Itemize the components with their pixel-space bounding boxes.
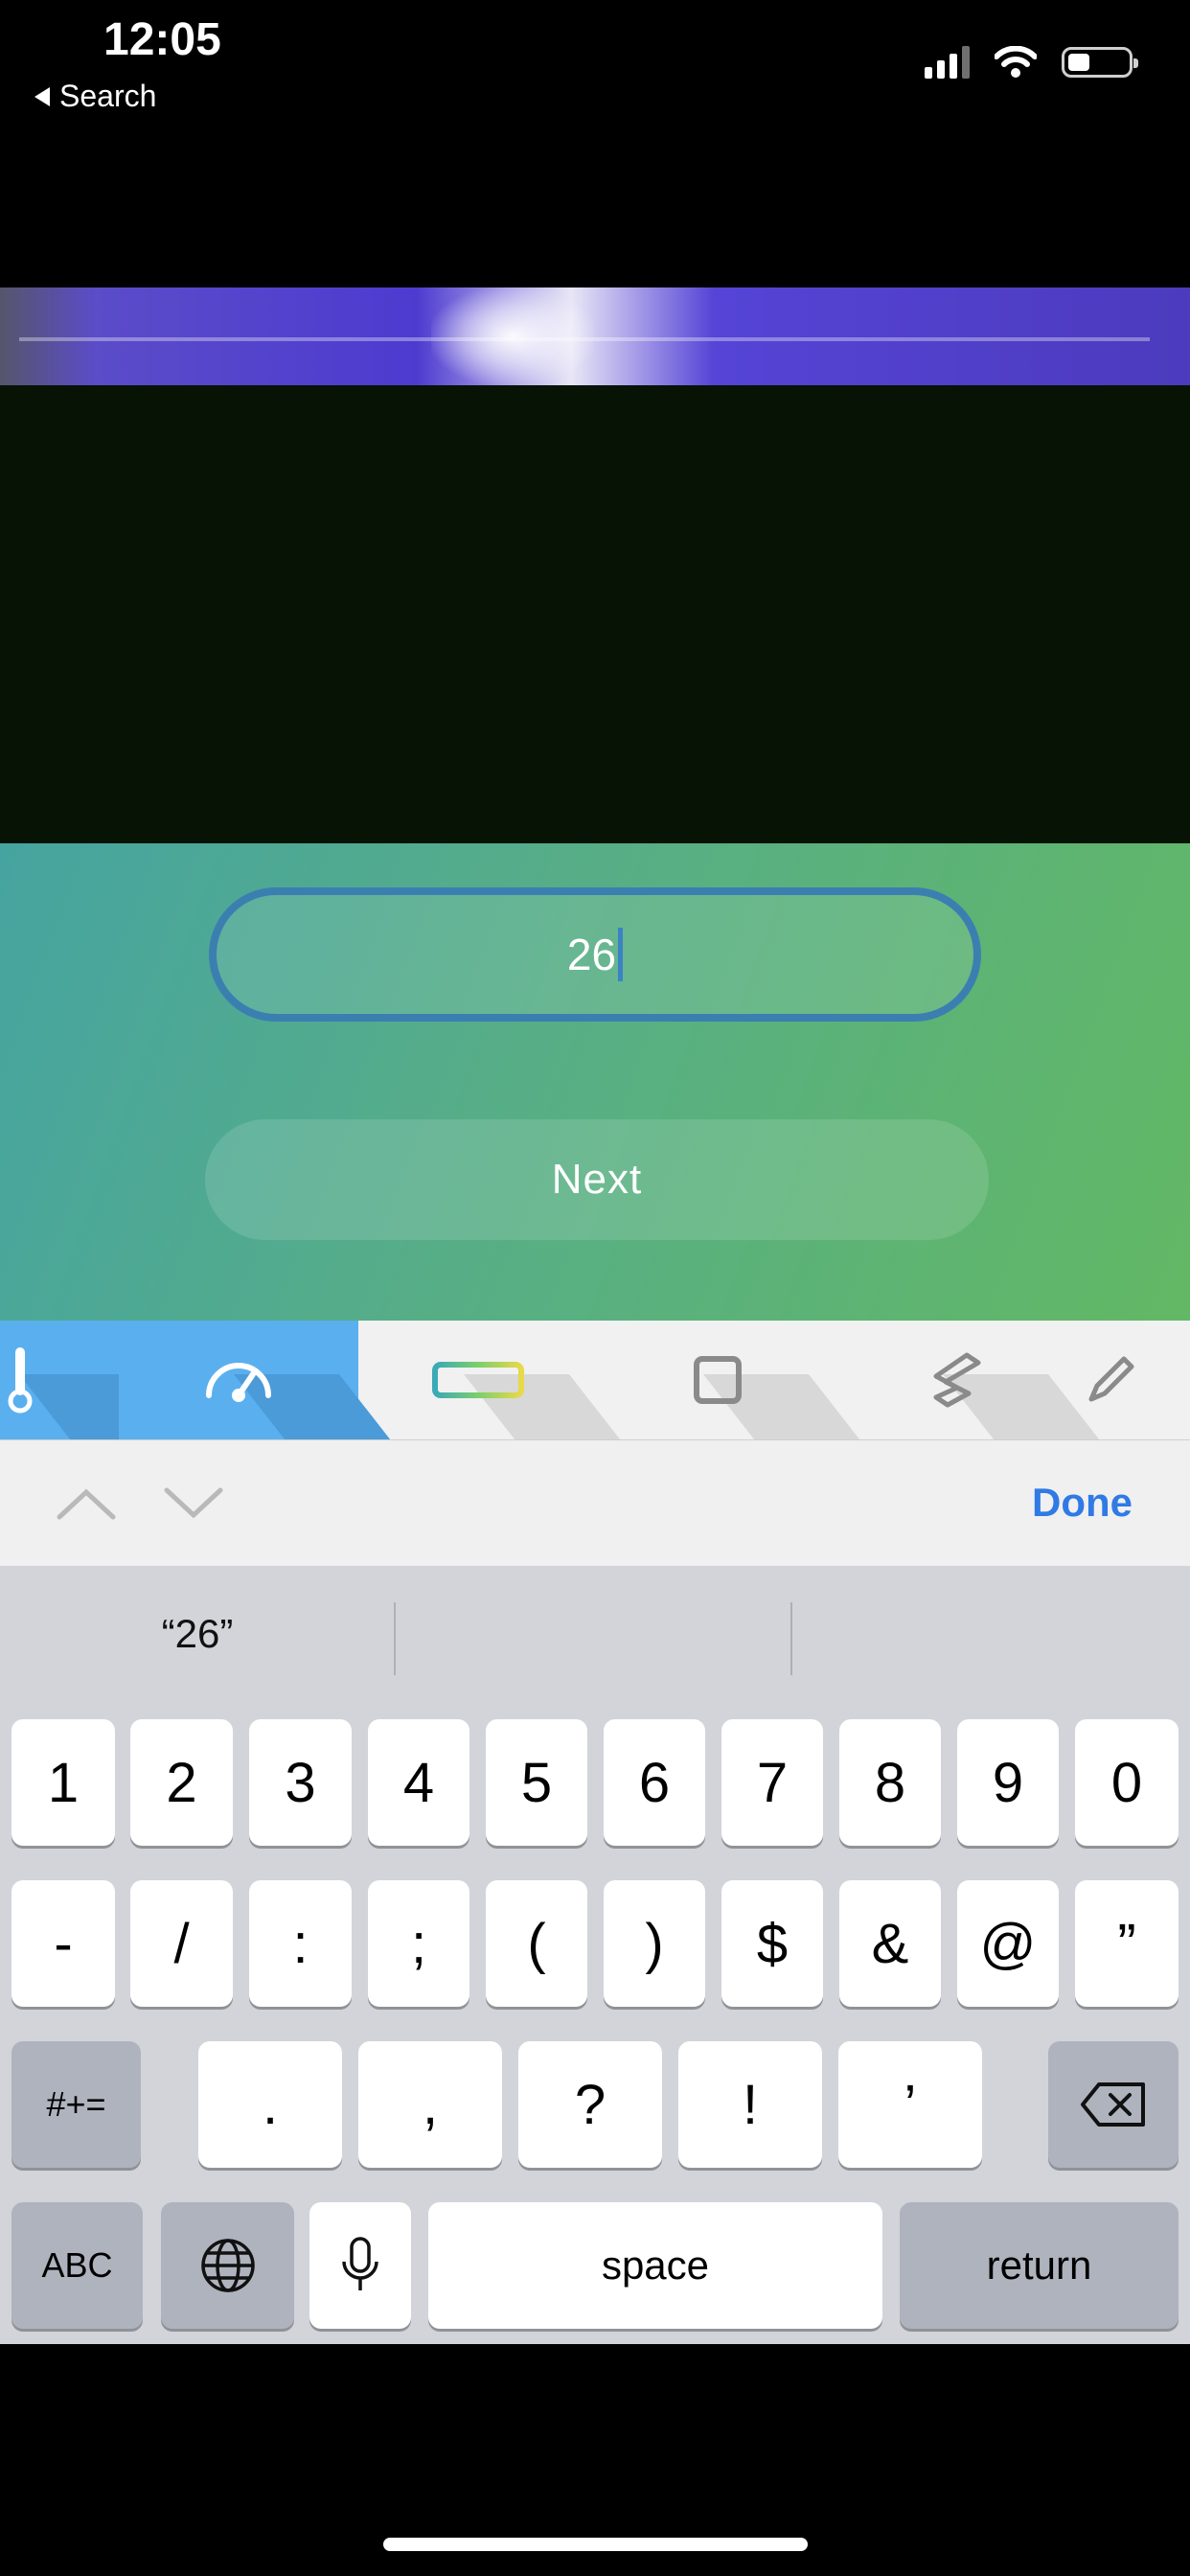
delete-key[interactable] <box>1048 2041 1179 2168</box>
value-input[interactable]: 26 <box>209 887 981 1022</box>
key-quote[interactable]: ” <box>1075 1880 1179 2007</box>
globe-key[interactable] <box>161 2202 294 2329</box>
key-at[interactable]: @ <box>957 1880 1059 2007</box>
tool-strip <box>0 1321 1190 1439</box>
space-key[interactable]: space <box>428 2202 882 2329</box>
key-symbols[interactable]: #+= <box>11 2041 141 2168</box>
tool-thermometer[interactable] <box>0 1321 215 1439</box>
key-7[interactable]: 7 <box>721 1719 823 1846</box>
key-2[interactable]: 2 <box>130 1719 233 1846</box>
tool-squiggle[interactable] <box>837 1321 1138 1439</box>
key-period[interactable]: . <box>198 2041 342 2168</box>
return-key[interactable]: return <box>900 2202 1179 2329</box>
key-5[interactable]: 5 <box>486 1719 587 1846</box>
square-icon <box>694 1356 742 1404</box>
wifi-icon <box>995 46 1037 78</box>
key-dollar[interactable]: $ <box>721 1880 823 2007</box>
squiggle-icon <box>933 1352 981 1408</box>
microphone-key[interactable] <box>309 2202 411 2329</box>
back-label: Search <box>59 79 157 113</box>
done-button[interactable]: Done <box>1032 1480 1133 1526</box>
globe-icon <box>200 2239 255 2292</box>
key-hyphen[interactable]: - <box>11 1880 115 2007</box>
key-9[interactable]: 9 <box>957 1719 1059 1846</box>
video-preview <box>0 288 1190 385</box>
key-semicolon[interactable]: ; <box>368 1880 469 2007</box>
tool-speedometer[interactable] <box>119 1321 429 1439</box>
key-0[interactable]: 0 <box>1075 1719 1179 1846</box>
key-exclamation[interactable]: ! <box>678 2041 822 2168</box>
microphone-icon <box>342 2237 378 2290</box>
key-abc[interactable]: ABC <box>11 2202 143 2329</box>
key-slash[interactable]: / <box>130 1880 233 2007</box>
key-3[interactable]: 3 <box>249 1719 352 1846</box>
value-text: 26 <box>566 930 617 979</box>
back-to-search-link[interactable]: Search <box>34 79 156 114</box>
next-field-chevron-down-icon[interactable] <box>163 1484 224 1523</box>
keyboard-accessory-bar <box>0 1439 1190 1567</box>
key-question[interactable]: ? <box>518 2041 662 2168</box>
tool-square[interactable] <box>598 1321 899 1439</box>
video-dark-area <box>0 385 1190 843</box>
key-open-paren[interactable]: ( <box>486 1880 587 2007</box>
battery-icon <box>1062 47 1138 78</box>
key-6[interactable]: 6 <box>604 1719 705 1846</box>
cellular-signal-icon <box>925 46 970 79</box>
key-4[interactable]: 4 <box>368 1719 469 1846</box>
previous-field-chevron-up-icon[interactable] <box>56 1484 117 1523</box>
text-caret <box>618 928 624 981</box>
key-comma[interactable]: , <box>358 2041 502 2168</box>
ruler-icon <box>432 1362 524 1398</box>
key-8[interactable]: 8 <box>839 1719 941 1846</box>
back-arrow-icon <box>34 86 50 106</box>
home-indicator[interactable] <box>383 2538 808 2551</box>
tool-ruler[interactable] <box>358 1321 659 1439</box>
tool-pen[interactable] <box>1077 1321 1190 1439</box>
next-button[interactable]: Next <box>205 1119 989 1240</box>
key-colon[interactable]: : <box>249 1880 352 2007</box>
key-apostrophe[interactable]: ’ <box>838 2041 982 2168</box>
key-close-paren[interactable]: ) <box>604 1880 705 2007</box>
suggestion-1[interactable]: “26” <box>0 1581 395 1687</box>
speedometer-icon <box>206 1363 271 1402</box>
thermometer-icon <box>8 1347 33 1414</box>
pen-icon <box>1088 1356 1134 1402</box>
delete-backspace-icon <box>1081 2082 1145 2127</box>
suggestion-2[interactable] <box>396 1581 790 1687</box>
suggestion-3[interactable] <box>792 1581 1190 1687</box>
key-1[interactable]: 1 <box>11 1719 115 1846</box>
status-time: 12:05 <box>103 14 221 65</box>
key-ampersand[interactable]: & <box>839 1880 941 2007</box>
status-icons <box>925 46 1138 79</box>
